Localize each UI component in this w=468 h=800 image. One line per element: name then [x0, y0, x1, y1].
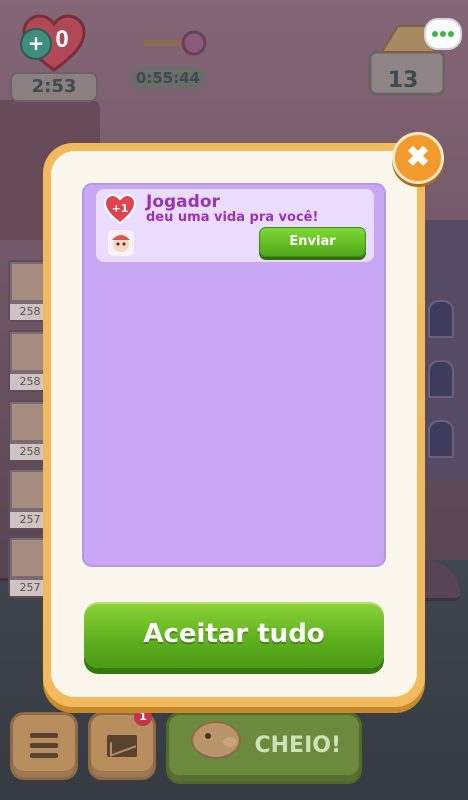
options-menu-button[interactable]: [424, 18, 462, 50]
main-menu-button[interactable]: [10, 712, 78, 780]
menu-icon: [30, 733, 58, 738]
life-badge-text: +1: [112, 202, 129, 215]
dot-icon: [432, 31, 438, 37]
menu-icon-line: [30, 743, 58, 748]
mail-icon: [107, 735, 137, 757]
dot-icon: [448, 31, 454, 37]
sender-avatar: [108, 230, 134, 256]
send-life-button[interactable]: Enviar: [259, 227, 366, 257]
lives-timer: 2:53: [10, 72, 98, 102]
gold-count: 13: [387, 68, 419, 93]
sender-name: Jogador: [146, 192, 220, 212]
menu-icon-line: [30, 753, 58, 758]
piggy-bank-icon: [191, 721, 241, 759]
accept-all-button[interactable]: Aceitar tudo: [84, 602, 384, 668]
avatar-icon: [108, 230, 134, 256]
close-icon[interactable]: ✖: [392, 132, 444, 184]
gift-message-text: deu uma vida pra você!: [146, 210, 319, 225]
lives-counter[interactable]: 0 +: [12, 14, 86, 76]
key-icon: [144, 30, 207, 56]
key-event-timer: 0:55:44: [130, 66, 206, 90]
inbox-badge: 1: [134, 708, 152, 726]
dot-icon: [440, 31, 446, 37]
life-heart-icon: +1: [104, 194, 136, 224]
piggy-bank-status: CHEIO!: [254, 733, 341, 758]
add-lives-icon[interactable]: +: [20, 28, 52, 60]
